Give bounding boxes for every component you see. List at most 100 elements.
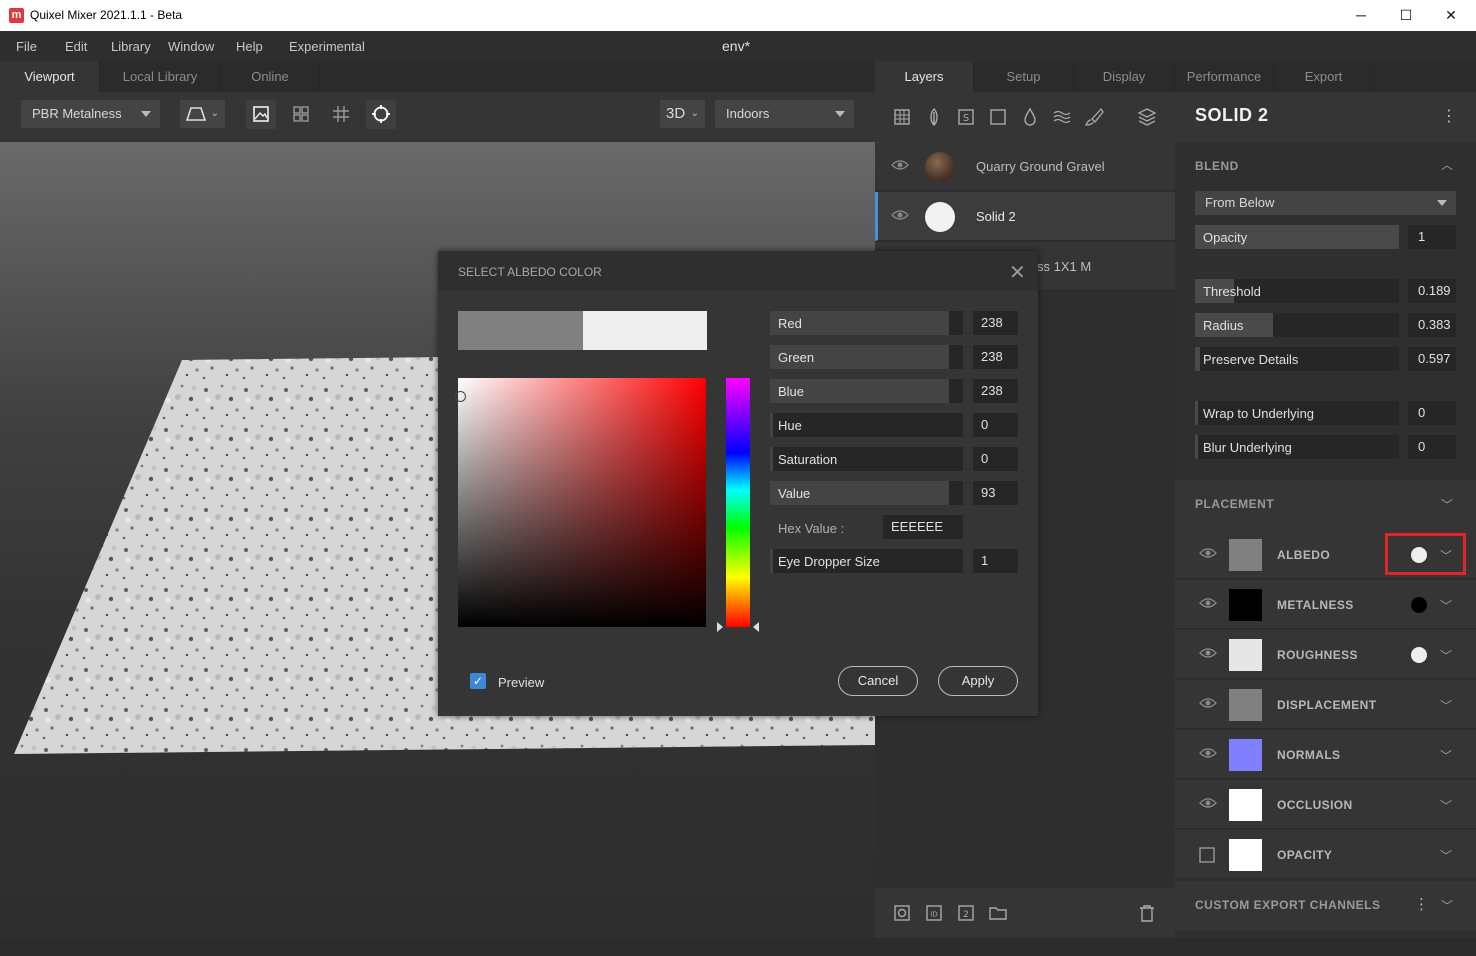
- visibility-eye-icon[interactable]: [1199, 596, 1217, 612]
- blue-slider[interactable]: Blue: [770, 379, 963, 403]
- add-mask-stack-icon[interactable]: [1051, 106, 1073, 128]
- channel-color-dot[interactable]: [1411, 597, 1427, 613]
- layer-row[interactable]: Quarry Ground Gravel: [875, 142, 1175, 191]
- more-options-icon[interactable]: ⋮: [1414, 895, 1429, 913]
- tab-setup[interactable]: Setup: [974, 61, 1074, 92]
- channel-swatch[interactable]: [1229, 789, 1262, 821]
- saturation-value[interactable]: 0: [973, 447, 1018, 471]
- menu-window[interactable]: Window: [168, 39, 214, 54]
- channel-row-roughness[interactable]: ROUGHNESS ﹀: [1175, 630, 1476, 679]
- preserve-details-slider[interactable]: Preserve Details: [1195, 347, 1399, 371]
- chevron-down-icon[interactable]: ﹀: [1440, 647, 1452, 664]
- placement-section[interactable]: PLACEMENT ﹀: [1175, 480, 1476, 530]
- blur-underlying-slider[interactable]: Blur Underlying: [1195, 435, 1399, 459]
- visibility-eye-icon[interactable]: [891, 208, 909, 224]
- add-solid-icon[interactable]: S: [955, 106, 977, 128]
- channel-swatch[interactable]: [1229, 589, 1262, 621]
- add-atlas-icon[interactable]: [923, 106, 945, 128]
- menu-help[interactable]: Help: [236, 39, 263, 54]
- hex-input[interactable]: EEEEEE: [883, 515, 963, 539]
- hue-value[interactable]: 0: [973, 413, 1018, 437]
- hue-slider[interactable]: Hue: [770, 413, 963, 437]
- channel-color-dot[interactable]: [1411, 647, 1427, 663]
- chevron-down-icon[interactable]: ﹀: [1441, 496, 1453, 513]
- eye-dropper-size-value[interactable]: 1: [973, 549, 1018, 573]
- add-smart-material-icon[interactable]: 2: [955, 902, 977, 924]
- value-value[interactable]: 93: [973, 481, 1018, 505]
- visibility-eye-icon[interactable]: [1199, 696, 1217, 712]
- hue-handle-right[interactable]: [753, 622, 759, 632]
- radius-slider[interactable]: Radius: [1195, 313, 1399, 337]
- channel-row-metalness[interactable]: METALNESS ﹀: [1175, 580, 1476, 629]
- menu-experimental[interactable]: Experimental: [289, 39, 365, 54]
- visibility-eye-icon[interactable]: [1199, 546, 1217, 562]
- chevron-down-icon[interactable]: ﹀: [1440, 747, 1452, 764]
- chevron-down-icon[interactable]: ﹀: [1440, 797, 1452, 814]
- layer-row-selected[interactable]: Solid 2: [875, 192, 1175, 241]
- minimize-button[interactable]: ─: [1349, 4, 1373, 26]
- chevron-up-icon[interactable]: ︿: [1441, 156, 1453, 173]
- green-value[interactable]: 238: [973, 345, 1018, 369]
- chevron-down-icon[interactable]: ﹀: [1440, 597, 1452, 614]
- chevron-down-icon[interactable]: ﹀: [1440, 697, 1452, 714]
- preserve-details-value[interactable]: 0.597: [1408, 347, 1456, 371]
- visibility-eye-icon[interactable]: [891, 158, 909, 174]
- visibility-eye-icon[interactable]: [1199, 746, 1217, 762]
- saturation-slider[interactable]: Saturation: [770, 447, 963, 471]
- eye-dropper-size-slider[interactable]: Eye Dropper Size: [770, 549, 963, 573]
- threshold-slider[interactable]: Threshold: [1195, 279, 1399, 303]
- channel-row-displacement[interactable]: DISPLACEMENT ﹀: [1175, 680, 1476, 729]
- view-mode-dropdown[interactable]: 3D ⌄: [660, 100, 705, 128]
- threshold-value[interactable]: 0.189: [1408, 279, 1456, 303]
- menu-edit[interactable]: Edit: [65, 39, 87, 54]
- grid-2x2-button[interactable]: [286, 100, 316, 129]
- channel-swatch[interactable]: [1229, 689, 1262, 721]
- hue-slider[interactable]: [726, 378, 750, 627]
- layers-stack-icon[interactable]: [1136, 106, 1158, 128]
- close-button[interactable]: ✕: [1439, 4, 1463, 26]
- blend-mode-dropdown[interactable]: From Below: [1195, 191, 1456, 215]
- saturation-value-picker[interactable]: [458, 378, 706, 627]
- channel-row-occlusion[interactable]: OCCLUSION ﹀: [1175, 780, 1476, 829]
- camera-projection-dropdown[interactable]: ⌄: [180, 100, 225, 128]
- value-slider[interactable]: Value: [770, 481, 963, 505]
- tab-display[interactable]: Display: [1074, 61, 1175, 92]
- close-icon[interactable]: ✕: [1009, 260, 1026, 285]
- visibility-eye-icon[interactable]: [1199, 796, 1217, 812]
- add-surface-icon[interactable]: [891, 106, 913, 128]
- add-id-mask-icon[interactable]: ID: [923, 902, 945, 924]
- shading-mode-dropdown[interactable]: PBR Metalness: [21, 100, 160, 128]
- folder-icon[interactable]: [987, 902, 1009, 924]
- channel-row-opacity[interactable]: OPACITY ﹀: [1175, 830, 1476, 879]
- environment-dropdown[interactable]: Indoors: [715, 100, 854, 128]
- add-mask-icon[interactable]: [891, 902, 913, 924]
- brush-icon[interactable]: [1083, 106, 1105, 128]
- custom-export-section[interactable]: CUSTOM EXPORT CHANNELS ⋮ ﹀: [1175, 881, 1476, 931]
- picker-cursor[interactable]: [455, 391, 466, 402]
- menu-library[interactable]: Library: [111, 39, 151, 54]
- blue-value[interactable]: 238: [973, 379, 1018, 403]
- channel-swatch[interactable]: [1229, 839, 1262, 871]
- tab-local-library[interactable]: Local Library: [100, 61, 221, 92]
- add-fill-icon[interactable]: [1019, 106, 1041, 128]
- add-paint-layer-icon[interactable]: [987, 106, 1009, 128]
- red-slider[interactable]: Red: [770, 311, 963, 335]
- more-options-icon[interactable]: ⋮: [1441, 106, 1457, 126]
- chevron-down-icon[interactable]: ﹀: [1440, 847, 1452, 864]
- chevron-down-icon[interactable]: ﹀: [1441, 897, 1453, 914]
- red-value[interactable]: 238: [973, 311, 1018, 335]
- channel-row-normals[interactable]: NORMALS ﹀: [1175, 730, 1476, 779]
- opacity-slider[interactable]: Opacity: [1195, 225, 1399, 249]
- grid-toggle-button[interactable]: [326, 100, 356, 129]
- visibility-checkbox[interactable]: [1199, 847, 1215, 866]
- channel-swatch[interactable]: [1229, 539, 1262, 571]
- apply-button[interactable]: Apply: [938, 666, 1018, 696]
- blur-underlying-value[interactable]: 0: [1408, 435, 1456, 459]
- opacity-value[interactable]: 1: [1408, 225, 1456, 249]
- maximize-button[interactable]: ☐: [1394, 4, 1418, 26]
- preview-checkbox[interactable]: ✓: [470, 673, 486, 689]
- wrap-to-underlying-value[interactable]: 0: [1408, 401, 1456, 425]
- green-slider[interactable]: Green: [770, 345, 963, 369]
- tab-online[interactable]: Online: [221, 61, 320, 92]
- tab-layers[interactable]: Layers: [875, 61, 974, 92]
